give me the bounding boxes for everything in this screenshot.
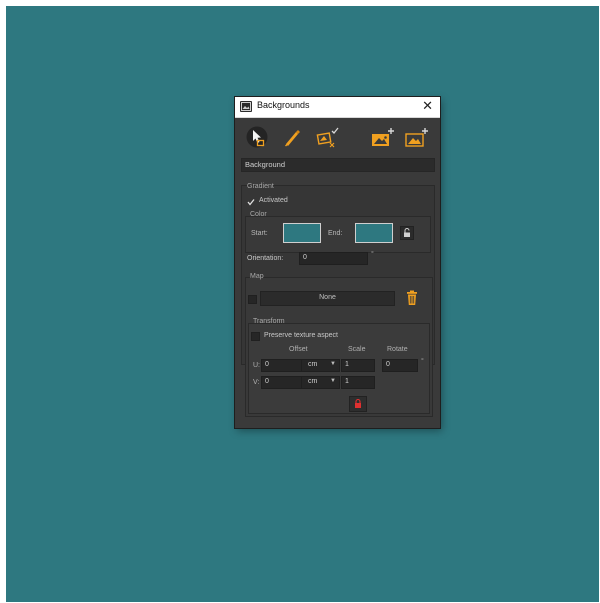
end-color-swatch[interactable]: [355, 223, 393, 243]
start-color-swatch[interactable]: [283, 223, 321, 243]
rotate-unit: °: [421, 358, 424, 365]
preserve-aspect-label: Preserve texture aspect: [264, 332, 338, 339]
chevron-down-icon: ▼: [330, 361, 336, 367]
background-name-field[interactable]: Background: [241, 158, 435, 172]
rotate-input[interactable]: 0: [382, 359, 418, 372]
u-unit-select[interactable]: cm ▼: [301, 359, 340, 372]
u-offset-input[interactable]: 0: [261, 359, 302, 372]
u-offset-value: 0: [265, 361, 269, 368]
lock-colors-button[interactable]: [400, 226, 414, 240]
backgrounds-app-icon: [240, 101, 252, 112]
u-label: U:: [253, 362, 260, 369]
map-select-button[interactable]: None: [260, 291, 395, 306]
close-icon[interactable]: ✕: [422, 98, 433, 114]
window-title: Backgrounds: [257, 100, 310, 110]
add-image-alt-icon[interactable]: [403, 125, 431, 149]
offset-header: Offset: [289, 346, 308, 353]
scale-header: Scale: [348, 346, 366, 353]
u-scale-input[interactable]: 1: [341, 359, 375, 372]
title-bar[interactable]: Backgrounds ✕: [235, 97, 440, 118]
v-unit-select[interactable]: cm ▼: [301, 376, 340, 389]
start-label: Start:: [251, 230, 268, 237]
orientation-label: Orientation:: [247, 255, 284, 262]
apply-background-icon[interactable]: [315, 125, 341, 149]
rotate-value: 0: [386, 361, 390, 368]
lock-icon: [355, 398, 361, 408]
lock-scale-button[interactable]: [349, 396, 367, 412]
u-scale-value: 1: [345, 361, 349, 368]
color-label: Color: [250, 211, 267, 218]
v-unit-value: cm: [308, 378, 318, 385]
orientation-input[interactable]: 0: [299, 252, 368, 265]
map-checkbox[interactable]: [248, 295, 257, 304]
trash-icon[interactable]: [405, 290, 419, 306]
orientation-value: 0: [303, 254, 307, 261]
v-scale-input[interactable]: 1: [341, 376, 375, 389]
end-label: End:: [328, 230, 343, 237]
activated-label: Activated: [259, 197, 288, 204]
transform-label: Transform: [253, 318, 285, 325]
add-image-icon[interactable]: [369, 125, 397, 149]
chevron-down-icon: ▼: [330, 378, 336, 384]
gradient-label: Gradient: [247, 183, 274, 190]
v-offset-value: 0: [265, 378, 269, 385]
pick-color-icon[interactable]: [281, 125, 303, 149]
v-label: V:: [253, 379, 260, 386]
preserve-aspect-checkbox[interactable]: [251, 332, 260, 341]
orientation-unit: °: [371, 251, 374, 258]
rotate-header: Rotate: [387, 346, 408, 353]
select-background-icon[interactable]: [245, 125, 269, 149]
unlock-icon: [404, 228, 410, 237]
v-scale-value: 1: [345, 378, 349, 385]
background-name-text: Background: [245, 160, 286, 169]
u-unit-value: cm: [308, 361, 318, 368]
v-offset-input[interactable]: 0: [261, 376, 302, 389]
map-value: None: [319, 294, 336, 301]
backgrounds-window: Backgrounds ✕ Background Gradient Activa…: [235, 97, 440, 428]
map-label: Map: [250, 273, 264, 280]
